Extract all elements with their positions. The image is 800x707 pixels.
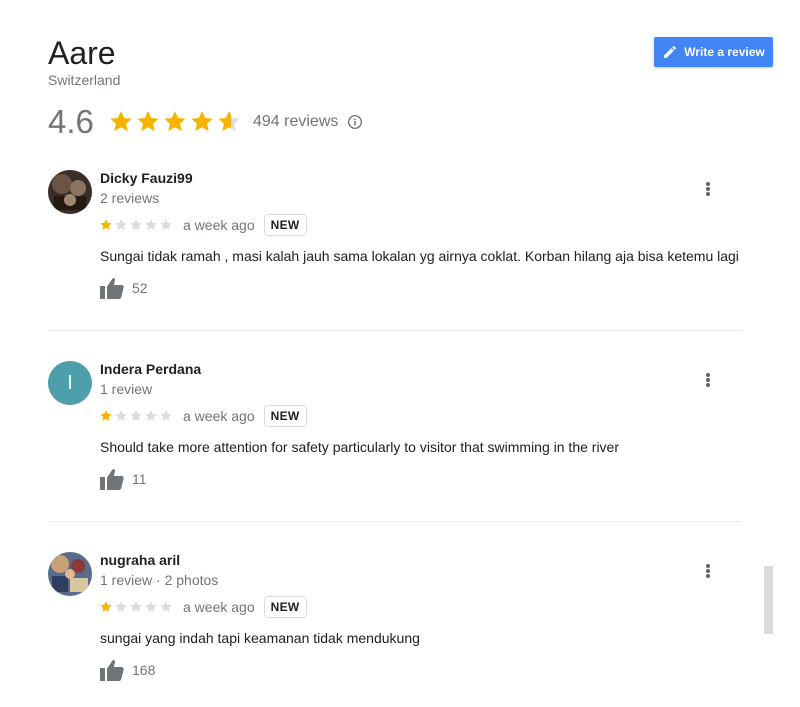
avatar[interactable] — [48, 170, 92, 214]
average-stars — [108, 109, 243, 135]
star-icon — [160, 219, 172, 230]
star-icon — [115, 410, 127, 421]
like-button[interactable]: 168 — [100, 659, 155, 681]
info-icon[interactable] — [347, 114, 363, 130]
avatar[interactable]: I — [48, 361, 92, 405]
star-icon — [145, 219, 157, 230]
place-title: Aare — [48, 35, 116, 71]
star-icon — [100, 601, 112, 612]
review-text: Should take more attention for safety pa… — [100, 439, 619, 455]
review-text: Sungai tidak ramah , masi kalah jauh sam… — [100, 248, 739, 264]
like-button[interactable]: 11 — [100, 468, 147, 490]
review-author-meta: 2 reviews — [100, 190, 160, 206]
review-time: a week ago — [183, 217, 255, 233]
star-icon — [110, 111, 132, 132]
divider — [48, 521, 742, 522]
review-stars — [99, 409, 174, 423]
place-header: Aare Switzerland — [48, 34, 120, 88]
star-icon — [115, 601, 127, 612]
review-count[interactable]: 494 reviews — [253, 113, 338, 131]
star-icon — [130, 219, 142, 230]
thumbs-up-icon — [100, 278, 124, 299]
divider — [48, 330, 742, 331]
star-icon — [130, 410, 142, 421]
star-icon — [145, 410, 157, 421]
like-count: 11 — [132, 471, 147, 487]
star-icon — [160, 601, 172, 612]
star-icon — [145, 601, 157, 612]
more-options-icon[interactable] — [703, 371, 713, 389]
review-author-meta: 1 review · 2 photos — [100, 572, 219, 588]
review-author-meta: 1 review — [100, 381, 153, 397]
write-review-button[interactable]: Write a review — [654, 37, 773, 67]
star-icon — [100, 219, 112, 230]
star-icon — [137, 111, 159, 132]
like-count: 168 — [132, 662, 156, 678]
review-stars — [99, 218, 174, 232]
star-icon — [164, 111, 186, 132]
star-icon — [191, 111, 213, 132]
review-author[interactable]: Indera Perdana — [100, 361, 201, 377]
star-icon — [115, 219, 127, 230]
star-icon — [100, 410, 112, 421]
scrollbar[interactable] — [764, 566, 773, 634]
review-time: a week ago — [183, 599, 255, 615]
like-count: 52 — [132, 280, 148, 296]
thumbs-up-icon — [100, 660, 124, 681]
review-text: sungai yang indah tapi keamanan tidak me… — [100, 630, 420, 646]
star-icon — [218, 111, 240, 132]
star-icon — [130, 601, 142, 612]
avatar[interactable] — [48, 552, 92, 596]
write-review-label: Write a review — [684, 45, 765, 59]
review-time: a week ago — [183, 408, 255, 424]
pencil-icon — [664, 45, 677, 58]
review-author[interactable]: Dicky Fauzi99 — [100, 170, 193, 186]
star-icon — [160, 410, 172, 421]
rating-summary: 4.6 494 reviews — [48, 102, 363, 142]
review-author[interactable]: nugraha aril — [100, 552, 180, 568]
new-badge: NEW — [263, 405, 307, 427]
place-subtitle: Switzerland — [48, 72, 121, 88]
more-options-icon[interactable] — [703, 180, 713, 198]
thumbs-up-icon — [100, 469, 124, 490]
like-button[interactable]: 52 — [100, 277, 148, 299]
new-badge: NEW — [263, 214, 307, 236]
more-options-icon[interactable] — [703, 562, 713, 580]
review-stars — [99, 600, 174, 614]
new-badge: NEW — [263, 596, 307, 618]
average-rating: 4.6 — [48, 103, 94, 140]
